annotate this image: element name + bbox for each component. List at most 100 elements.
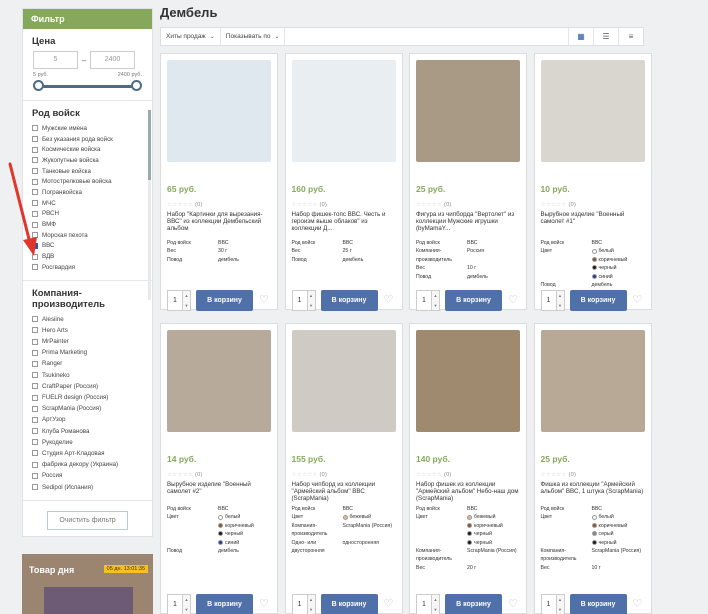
- quantity-stepper[interactable]: ▲ ▼: [307, 290, 316, 311]
- checkbox[interactable]: [32, 221, 38, 228]
- checkbox[interactable]: [32, 189, 38, 196]
- add-to-cart-button[interactable]: В корзину: [320, 594, 378, 614]
- checkbox[interactable]: [32, 136, 38, 143]
- product-name-link[interactable]: Вырубное изделие "Военный самолет #2": [167, 481, 271, 495]
- product-card[interactable]: 25 руб. ☆☆☆☆☆ (0) Фишка из коллекции "Арме…: [533, 323, 652, 614]
- filter-option[interactable]: Космические войска: [32, 144, 143, 155]
- add-to-cart-button[interactable]: В корзину: [569, 594, 627, 614]
- product-card[interactable]: 25 руб. ☆☆☆☆☆ (0) Фигура из чипборда "Верт…: [409, 53, 527, 311]
- product-image[interactable]: [416, 330, 520, 432]
- filter-option[interactable]: Hero Arts: [32, 325, 143, 336]
- product-image[interactable]: [291, 60, 396, 162]
- add-to-cart-button[interactable]: В корзину: [196, 290, 253, 311]
- filter-option[interactable]: Sedipol (Испания): [32, 481, 143, 492]
- product-name-link[interactable]: Набор фишек-топс ВВС. Честь и героизм вы…: [292, 211, 396, 233]
- filter-option[interactable]: АртУзор: [32, 414, 143, 425]
- filter-option[interactable]: ScrapMania (Россия): [32, 403, 143, 414]
- stepper-down-icon[interactable]: ▼: [309, 607, 313, 612]
- filter-option[interactable]: Клуба Романова: [32, 426, 143, 437]
- filter-option[interactable]: Мотострелковые войска: [32, 176, 143, 187]
- add-to-cart-button[interactable]: В корзину: [320, 290, 378, 311]
- checkbox[interactable]: [32, 439, 38, 446]
- checkbox[interactable]: [32, 394, 38, 401]
- product-name-link[interactable]: Набор фишек из коллекции "Армейский альб…: [416, 481, 520, 503]
- favorite-heart-icon[interactable]: ♡: [384, 295, 394, 306]
- checkbox[interactable]: [32, 157, 38, 164]
- stepper-up-icon[interactable]: ▲: [558, 597, 562, 602]
- product-card[interactable]: 140 руб. ☆☆☆☆☆ (0) Набор фишек из коллекци…: [409, 323, 527, 614]
- product-name-link[interactable]: Набор чипборд из коллекции "Армейский ал…: [292, 481, 396, 503]
- checkbox[interactable]: [32, 360, 38, 367]
- add-to-cart-button[interactable]: В корзину: [569, 290, 627, 311]
- filter-option[interactable]: Рукоделие: [32, 437, 143, 448]
- price-slider-max-handle[interactable]: [131, 80, 142, 91]
- quantity-input[interactable]: 1: [291, 594, 308, 614]
- stepper-up-icon[interactable]: ▲: [309, 293, 313, 298]
- product-card[interactable]: 65 руб. ☆☆☆☆☆ (0) Набор "Картинки для выре…: [160, 53, 278, 311]
- filter-option[interactable]: Tsukineko: [32, 370, 143, 381]
- stepper-up-icon[interactable]: ▲: [434, 293, 438, 298]
- favorite-heart-icon[interactable]: ♡: [633, 599, 643, 610]
- quantity-input[interactable]: 1: [416, 290, 432, 311]
- checkbox[interactable]: [32, 416, 38, 423]
- quantity-input[interactable]: 1: [167, 290, 183, 311]
- filter-option[interactable]: фабрика декору (Украина): [32, 459, 143, 470]
- stepper-up-icon[interactable]: ▲: [185, 293, 189, 298]
- grid-view-icon[interactable]: ▦: [568, 28, 593, 45]
- checkbox[interactable]: [32, 428, 38, 435]
- table-view-icon[interactable]: ≡: [618, 28, 643, 45]
- stepper-down-icon[interactable]: ▼: [309, 303, 313, 308]
- product-image[interactable]: [291, 330, 396, 432]
- quantity-stepper[interactable]: ▲ ▼: [183, 594, 191, 614]
- favorite-heart-icon[interactable]: ♡: [508, 599, 518, 610]
- checkbox[interactable]: [32, 200, 38, 207]
- checkbox[interactable]: [32, 178, 38, 185]
- checkbox[interactable]: [32, 253, 38, 260]
- quantity-input[interactable]: 1: [540, 594, 557, 614]
- checkbox[interactable]: [32, 327, 38, 334]
- checkbox[interactable]: [32, 232, 38, 239]
- filter-option[interactable]: МЧС: [32, 198, 143, 209]
- add-to-cart-button[interactable]: В корзину: [196, 594, 253, 614]
- stepper-up-icon[interactable]: ▲: [185, 597, 189, 602]
- checkbox[interactable]: [32, 210, 38, 217]
- stepper-down-icon[interactable]: ▼: [434, 607, 438, 612]
- filter-option[interactable]: Морская пехота: [32, 230, 143, 241]
- checkbox[interactable]: [32, 264, 38, 271]
- stepper-down-icon[interactable]: ▼: [434, 303, 438, 308]
- product-image[interactable]: [167, 60, 271, 162]
- checkbox[interactable]: [32, 472, 38, 479]
- list-view-icon[interactable]: ☰: [593, 28, 618, 45]
- quantity-stepper[interactable]: ▲ ▼: [432, 290, 440, 311]
- quantity-stepper[interactable]: ▲ ▼: [556, 594, 565, 614]
- filter-option[interactable]: Танковые войска: [32, 166, 143, 177]
- stepper-up-icon[interactable]: ▲: [434, 597, 438, 602]
- filter-option[interactable]: Ranger: [32, 358, 143, 369]
- filter-option[interactable]: Prima Marketing: [32, 347, 143, 358]
- product-image[interactable]: [540, 60, 645, 162]
- stepper-down-icon[interactable]: ▼: [558, 607, 562, 612]
- clear-filter-button[interactable]: Очистить фильтр: [47, 510, 128, 530]
- quantity-stepper[interactable]: ▲ ▼: [556, 290, 565, 311]
- checkbox[interactable]: [32, 168, 38, 175]
- filter-option[interactable]: Без указания рода войск: [32, 134, 143, 145]
- checkbox[interactable]: [32, 405, 38, 412]
- quantity-input[interactable]: 1: [416, 594, 432, 614]
- stepper-down-icon[interactable]: ▼: [558, 303, 562, 308]
- quantity-stepper[interactable]: ▲ ▼: [183, 290, 191, 311]
- filter-option[interactable]: ВДВ: [32, 251, 143, 262]
- filter-option[interactable]: Россия: [32, 470, 143, 481]
- stepper-up-icon[interactable]: ▲: [309, 597, 313, 602]
- product-name-link[interactable]: Фишка из коллекции "Армейский альбом" ВВ…: [541, 481, 645, 495]
- checkbox[interactable]: [32, 372, 38, 379]
- quantity-stepper[interactable]: ▲ ▼: [432, 594, 440, 614]
- filter-scrollbar[interactable]: [148, 110, 151, 300]
- product-card[interactable]: 155 руб. ☆☆☆☆☆ (0) Набор чипборд из коллек…: [284, 323, 403, 614]
- favorite-heart-icon[interactable]: ♡: [259, 599, 269, 610]
- show-per-page-dropdown[interactable]: Показывать по ⌄: [221, 28, 286, 45]
- filter-option[interactable]: Студия Арт-Кладовая: [32, 448, 143, 459]
- filter-option[interactable]: MrPainter: [32, 336, 143, 347]
- checkbox-checked[interactable]: [32, 241, 38, 249]
- stepper-down-icon[interactable]: ▼: [185, 303, 189, 308]
- product-name-link[interactable]: Вырубное изделие "Военный самолет #1": [541, 211, 645, 225]
